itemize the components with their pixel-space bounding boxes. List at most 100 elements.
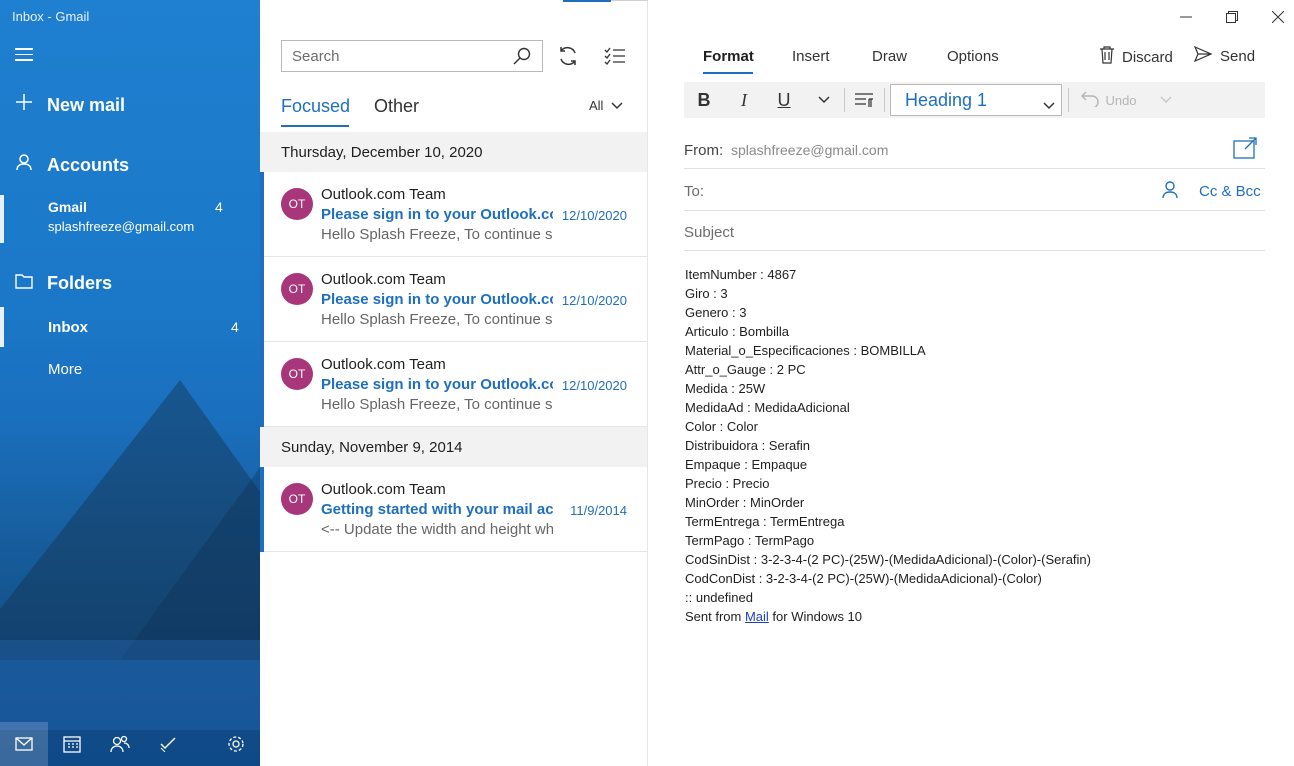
background-mountain-2: [120, 440, 260, 660]
message-date: 11/9/2014: [570, 503, 627, 518]
undo-icon: [1081, 91, 1100, 110]
from-field[interactable]: From: splashfreeze@gmail.com: [684, 131, 1265, 169]
folder-item-inbox[interactable]: Inbox 4: [0, 307, 260, 347]
message-sender: Outlook.com Team: [321, 186, 446, 203]
body-line: MedidaAd : MedidaAdicional: [685, 400, 850, 415]
window-title: Inbox - Gmail: [12, 9, 90, 24]
paragraph-format-icon[interactable]: [852, 82, 876, 118]
italic-button[interactable]: I: [732, 82, 756, 118]
new-mail-label: New mail: [47, 94, 126, 115]
from-label: From:: [684, 142, 724, 159]
underline-button[interactable]: U: [772, 82, 796, 118]
tab-draw[interactable]: Draw: [872, 48, 907, 65]
contact-picker-icon[interactable]: [1162, 181, 1178, 202]
tab-other[interactable]: Other: [374, 96, 419, 117]
body-line: Genero : 3: [685, 305, 747, 320]
mail-icon[interactable]: [0, 722, 48, 766]
message-item[interactable]: OT Outlook.com Team Getting started with…: [260, 467, 647, 552]
bottom-app-bar: [0, 722, 260, 766]
undo-button[interactable]: Undo: [1074, 82, 1144, 118]
search-icon[interactable]: [502, 41, 542, 71]
account-item-gmail[interactable]: Gmail 4 splashfreeze@gmail.com: [0, 195, 260, 243]
hamburger-menu-icon[interactable]: [15, 48, 33, 62]
mail-app-link[interactable]: Mail: [745, 609, 769, 624]
body-line: Giro : 3: [685, 286, 728, 301]
selected-indicator: [0, 307, 4, 347]
toolbar-divider: [844, 88, 845, 112]
account-email: splashfreeze@gmail.com: [48, 219, 195, 234]
chevron-down-icon: [611, 98, 623, 113]
body-line: Precio : Precio: [685, 476, 770, 491]
message-item[interactable]: OT Outlook.com Team Please sign in to yo…: [260, 172, 647, 257]
send-button[interactable]: Send: [1193, 45, 1255, 66]
close-icon[interactable]: [1263, 6, 1293, 28]
signature-suffix: for Windows 10: [768, 609, 863, 624]
subject-field[interactable]: Subject: [684, 213, 1265, 251]
message-list-pane: Focused Other All Thursday, December 10,…: [260, 0, 805, 766]
folder-unread-count: 4: [231, 319, 239, 335]
message-preview: Hello Splash Freeze, To continue se: [321, 311, 553, 328]
unread-indicator: [260, 257, 264, 342]
date-group-header: Thursday, December 10, 2020: [260, 132, 647, 172]
style-select-value: Heading 1: [905, 89, 988, 110]
body-line: Material_o_Especificaciones : BOMBILLA: [685, 343, 926, 358]
people-icon[interactable]: [96, 722, 144, 766]
folders-button[interactable]: Folders: [0, 268, 260, 298]
tab-format-underline: [703, 72, 753, 74]
body-line: Medida : 25W: [685, 381, 766, 396]
tab-focused[interactable]: Focused: [281, 96, 350, 117]
body-line: Empaque : Empaque: [685, 457, 808, 472]
to-field[interactable]: To: Cc & Bcc: [684, 172, 1265, 211]
folder-item-more[interactable]: More: [0, 355, 260, 385]
message-preview: Hello Splash Freeze, To continue se: [321, 396, 553, 413]
filter-dropdown[interactable]: All: [589, 98, 623, 113]
cc-bcc-button[interactable]: Cc & Bcc: [1199, 183, 1261, 200]
bold-button[interactable]: B: [692, 82, 716, 118]
minimize-icon[interactable]: [1171, 6, 1201, 28]
message-body[interactable]: ItemNumber : 4867 Giro : 3 Genero : 3 Ar…: [685, 265, 1265, 626]
todo-icon[interactable]: [144, 722, 192, 766]
font-options-chevron-icon[interactable]: [812, 82, 836, 118]
format-toolbar: B I U Heading 1 Undo: [684, 82, 1265, 118]
restore-icon[interactable]: [1217, 6, 1247, 28]
tab-options[interactable]: Options: [947, 48, 999, 65]
avatar: OT: [281, 273, 313, 305]
body-line: TermPago : TermPago: [685, 533, 815, 548]
style-select[interactable]: Heading 1: [890, 84, 1062, 116]
compose-pane: Format Insert Draw Options Discard Send …: [648, 0, 1294, 766]
calendar-icon[interactable]: [48, 722, 96, 766]
unread-indicator: [260, 467, 264, 552]
subject-placeholder: Subject: [684, 224, 735, 241]
tab-focused-underline: [281, 125, 349, 127]
from-value: splashfreeze@gmail.com: [731, 142, 889, 158]
message-preview: Hello Splash Freeze, To continue se: [321, 226, 553, 243]
avatar: OT: [281, 188, 313, 220]
popout-icon[interactable]: [1233, 137, 1257, 162]
message-preview: <-- Update the width and height wh: [321, 521, 553, 538]
sync-icon[interactable]: [554, 42, 582, 70]
send-icon: [1193, 45, 1213, 66]
undo-chevron-down-icon[interactable]: [1154, 82, 1178, 118]
progress-indicator: [563, 0, 611, 2]
chevron-down-icon: [1043, 94, 1055, 115]
toolbar-divider: [884, 88, 885, 112]
discard-button[interactable]: Discard: [1100, 46, 1173, 68]
signature-line: Sent from Mail for Windows 10: [685, 607, 1265, 626]
message-date: 12/10/2020: [561, 378, 627, 393]
message-sender: Outlook.com Team: [321, 271, 446, 288]
message-item[interactable]: OT Outlook.com Team Please sign in to yo…: [260, 257, 647, 342]
filter-label: All: [589, 98, 604, 113]
message-sender: Outlook.com Team: [321, 481, 446, 498]
accounts-button[interactable]: Accounts: [0, 150, 260, 180]
body-line: :: undefined: [685, 590, 753, 605]
selection-mode-icon[interactable]: [601, 42, 629, 70]
message-subject: Please sign in to your Outlook.com: [321, 376, 553, 393]
selected-indicator: [0, 195, 4, 243]
search-input[interactable]: [282, 41, 502, 71]
tab-format[interactable]: Format: [703, 48, 754, 65]
new-mail-button[interactable]: New mail: [0, 90, 260, 120]
message-date: 12/10/2020: [561, 208, 627, 223]
settings-icon[interactable]: [212, 722, 260, 766]
message-item[interactable]: OT Outlook.com Team Please sign in to yo…: [260, 342, 647, 427]
tab-insert[interactable]: Insert: [792, 48, 830, 65]
